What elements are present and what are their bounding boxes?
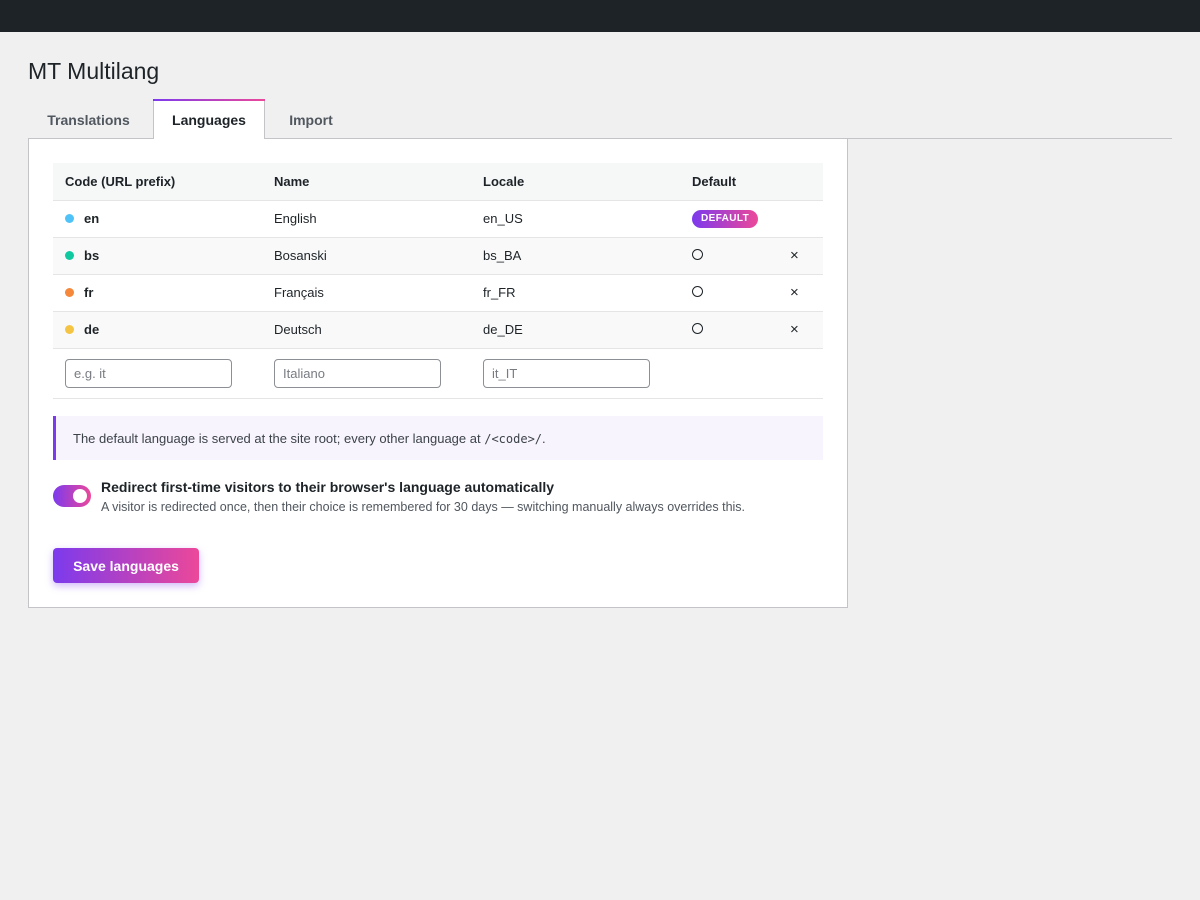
default-cell xyxy=(680,310,780,348)
header-locale: Locale xyxy=(471,163,680,200)
language-color-dot xyxy=(65,325,74,334)
language-name: Deutsch xyxy=(262,310,471,348)
code-cell: fr xyxy=(53,273,262,311)
language-name: Français xyxy=(262,273,471,311)
redirect-description: A visitor is redirected once, then their… xyxy=(101,500,746,514)
table-row: de Deutsch de_DE × xyxy=(53,310,823,348)
admin-bar xyxy=(0,0,1200,32)
redirect-toggle[interactable] xyxy=(53,485,91,507)
new-code-input[interactable] xyxy=(65,358,232,388)
actions-cell xyxy=(780,199,823,237)
new-name-cell xyxy=(262,347,471,399)
new-name-input[interactable] xyxy=(274,358,441,388)
table-row: fr Français fr_FR × xyxy=(53,273,823,311)
language-color-dot xyxy=(65,214,74,223)
set-default-radio[interactable] xyxy=(692,286,703,297)
tab-translations[interactable]: Translations xyxy=(29,100,148,139)
notice-code: /<code>/ xyxy=(484,431,543,446)
table-row: bs Bosanski bs_BA × xyxy=(53,236,823,274)
toggle-knob xyxy=(73,489,87,503)
header-actions xyxy=(780,163,823,200)
tab-languages[interactable]: Languages xyxy=(153,99,265,140)
table-header-row: Code (URL prefix) Name Locale Default xyxy=(53,163,823,200)
default-cell: DEFAULT xyxy=(680,199,780,237)
language-name: Bosanski xyxy=(262,236,471,274)
language-code: en xyxy=(84,211,100,226)
remove-language-button[interactable]: × xyxy=(790,321,799,338)
new-locale-cell xyxy=(471,347,680,399)
actions-cell: × xyxy=(780,236,823,274)
language-code: fr xyxy=(84,285,94,300)
default-cell xyxy=(680,273,780,311)
language-code: bs xyxy=(84,248,100,263)
remove-language-button[interactable]: × xyxy=(790,247,799,264)
language-locale: fr_FR xyxy=(471,273,680,311)
notice-text: The default language is served at the si… xyxy=(73,430,546,446)
language-name: English xyxy=(262,199,471,237)
language-color-dot xyxy=(65,251,74,260)
tab-import[interactable]: Import xyxy=(268,100,354,139)
header-code: Code (URL prefix) xyxy=(53,163,262,200)
default-badge: DEFAULT xyxy=(692,210,759,228)
new-actions-cell xyxy=(780,347,823,399)
languages-table: Code (URL prefix) Name Locale Default en… xyxy=(53,163,823,399)
languages-panel: Code (URL prefix) Name Locale Default en… xyxy=(28,138,848,608)
language-code: de xyxy=(84,322,100,337)
default-cell xyxy=(680,236,780,274)
actions-cell: × xyxy=(780,310,823,348)
new-language-row xyxy=(53,347,823,399)
save-languages-button[interactable]: Save languages xyxy=(53,548,199,583)
new-code-cell xyxy=(53,347,262,399)
new-default-cell xyxy=(680,347,780,399)
language-locale: en_US xyxy=(471,199,680,237)
code-cell: bs xyxy=(53,236,262,274)
actions-cell: × xyxy=(780,273,823,311)
language-color-dot xyxy=(65,288,74,297)
set-default-radio[interactable] xyxy=(692,249,703,260)
page-title: MT Multilang xyxy=(28,58,160,84)
new-locale-input[interactable] xyxy=(483,358,650,388)
language-locale: de_DE xyxy=(471,310,680,348)
table-row: en English en_US DEFAULT xyxy=(53,199,823,237)
redirect-title: Redirect first-time visitors to their br… xyxy=(101,479,555,495)
header-default: Default xyxy=(680,163,780,200)
info-notice: The default language is served at the si… xyxy=(53,416,823,460)
code-cell: en xyxy=(53,199,262,237)
set-default-radio[interactable] xyxy=(692,323,703,334)
language-locale: bs_BA xyxy=(471,236,680,274)
code-cell: de xyxy=(53,310,262,348)
remove-language-button[interactable]: × xyxy=(790,284,799,301)
header-name: Name xyxy=(262,163,471,200)
